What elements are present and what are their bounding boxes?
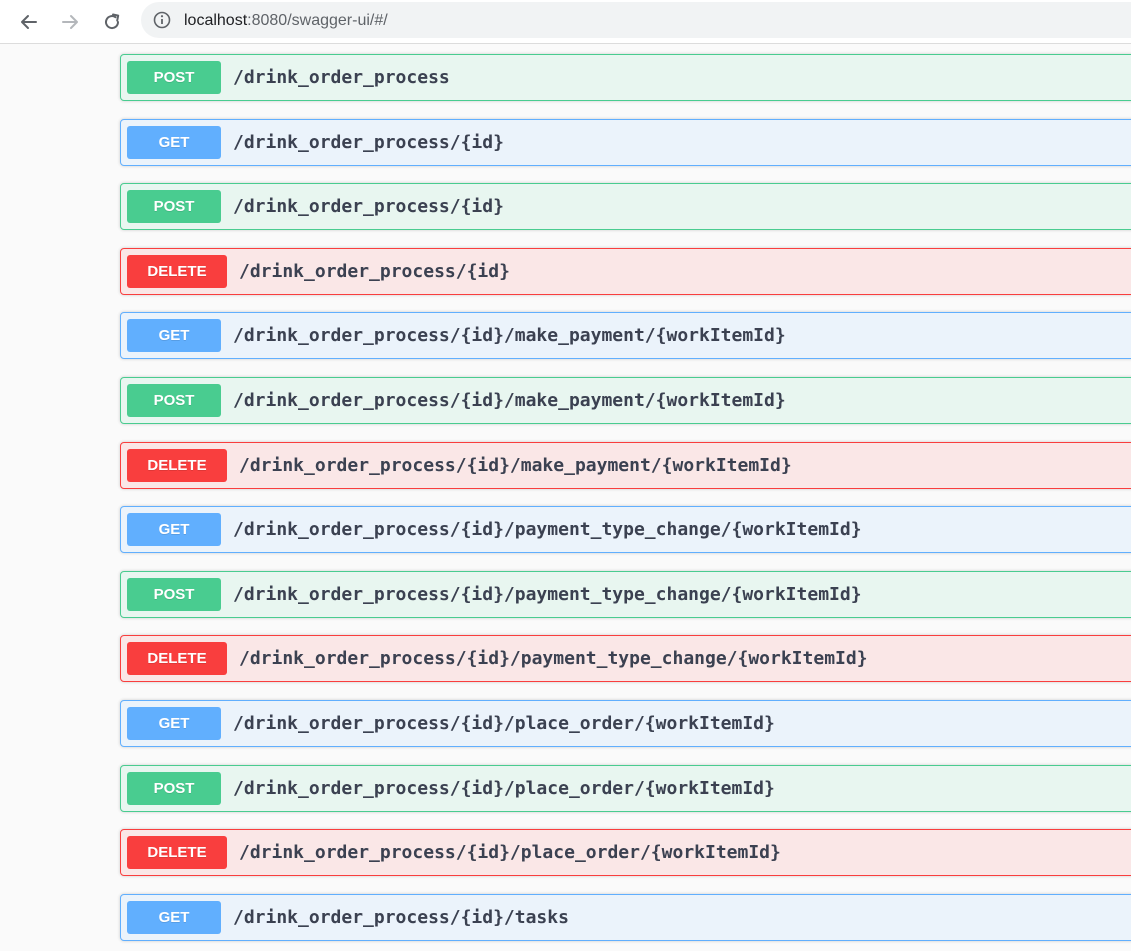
operation-path: /drink_order_process	[233, 67, 450, 88]
arrow-left-icon	[21, 15, 37, 29]
method-badge-delete: DELETE	[127, 836, 227, 869]
method-badge-post: POST	[127, 384, 221, 417]
method-badge-get: GET	[127, 513, 221, 546]
url-text[interactable]: localhost:8080/swagger-ui/#/	[184, 11, 388, 31]
operation-path: /drink_order_process/{id}/place_order/{w…	[233, 713, 775, 734]
operation-post-row[interactable]: POST/drink_order_process	[120, 54, 1131, 101]
operation-path: /drink_order_process/{id}	[239, 261, 510, 282]
browser-toolbar: localhost:8080/swagger-ui/#/	[0, 0, 1131, 44]
operation-path: /drink_order_process/{id}/tasks	[233, 907, 569, 928]
operation-get-row[interactable]: GET/drink_order_process/{id}	[120, 119, 1131, 166]
operation-path: /drink_order_process/{id}/place_order/{w…	[239, 842, 781, 863]
method-badge-post: POST	[127, 61, 221, 94]
method-badge-get: GET	[127, 319, 221, 352]
operation-post-row[interactable]: POST/drink_order_process/{id}/place_orde…	[120, 765, 1131, 812]
url-host: localhost	[184, 12, 248, 29]
info-icon[interactable]	[153, 11, 171, 29]
method-badge-get: GET	[127, 126, 221, 159]
method-badge-delete: DELETE	[127, 255, 227, 288]
operation-post-row[interactable]: POST/drink_order_process/{id}/make_payme…	[120, 377, 1131, 424]
method-badge-delete: DELETE	[127, 449, 227, 482]
operation-get-row[interactable]: GET/drink_order_process/{id}/tasks	[120, 894, 1131, 941]
reload-button[interactable]	[97, 7, 127, 37]
forward-button[interactable]	[55, 7, 85, 37]
method-badge-delete: DELETE	[127, 642, 227, 675]
operation-path: /drink_order_process/{id}/make_payment/{…	[233, 390, 786, 411]
operation-delete-row[interactable]: DELETE/drink_order_process/{id}/place_or…	[120, 829, 1131, 876]
address-bar[interactable]: localhost:8080/swagger-ui/#/	[141, 2, 1131, 38]
operation-delete-row[interactable]: DELETE/drink_order_process/{id}	[120, 248, 1131, 295]
operations-list: POST/drink_order_process GET/drink_order_…	[0, 45, 1131, 951]
operation-path: /drink_order_process/{id}/payment_type_c…	[239, 648, 868, 669]
operation-post-row[interactable]: POST/drink_order_process/{id}/payment_ty…	[120, 571, 1131, 618]
url-path: :8080/swagger-ui/#/	[247, 12, 388, 29]
operation-delete-row[interactable]: DELETE/drink_order_process/{id}/payment_…	[120, 635, 1131, 682]
operation-path: /drink_order_process/{id}/payment_type_c…	[233, 519, 862, 540]
operation-get-row[interactable]: GET/drink_order_process/{id}/payment_typ…	[120, 506, 1131, 553]
operation-path: /drink_order_process/{id}	[233, 196, 504, 217]
method-badge-post: POST	[127, 578, 221, 611]
arrow-right-icon	[62, 15, 78, 29]
method-badge-post: POST	[127, 190, 221, 223]
method-badge-post: POST	[127, 772, 221, 805]
operation-get-row[interactable]: GET/drink_order_process/{id}/place_order…	[120, 700, 1131, 747]
operation-path: /drink_order_process/{id}	[233, 132, 504, 153]
operation-post-row[interactable]: POST/drink_order_process/{id}	[120, 183, 1131, 230]
operation-delete-row[interactable]: DELETE/drink_order_process/{id}/make_pay…	[120, 442, 1131, 489]
method-badge-get: GET	[127, 901, 221, 934]
operation-path: /drink_order_process/{id}/place_order/{w…	[233, 778, 775, 799]
reload-icon	[105, 13, 120, 30]
operation-path: /drink_order_process/{id}/make_payment/{…	[233, 325, 786, 346]
operation-get-row[interactable]: GET/drink_order_process/{id}/make_paymen…	[120, 312, 1131, 359]
method-badge-get: GET	[127, 707, 221, 740]
back-button[interactable]	[14, 7, 44, 37]
operation-path: /drink_order_process/{id}/payment_type_c…	[233, 584, 862, 605]
operation-path: /drink_order_process/{id}/make_payment/{…	[239, 455, 792, 476]
